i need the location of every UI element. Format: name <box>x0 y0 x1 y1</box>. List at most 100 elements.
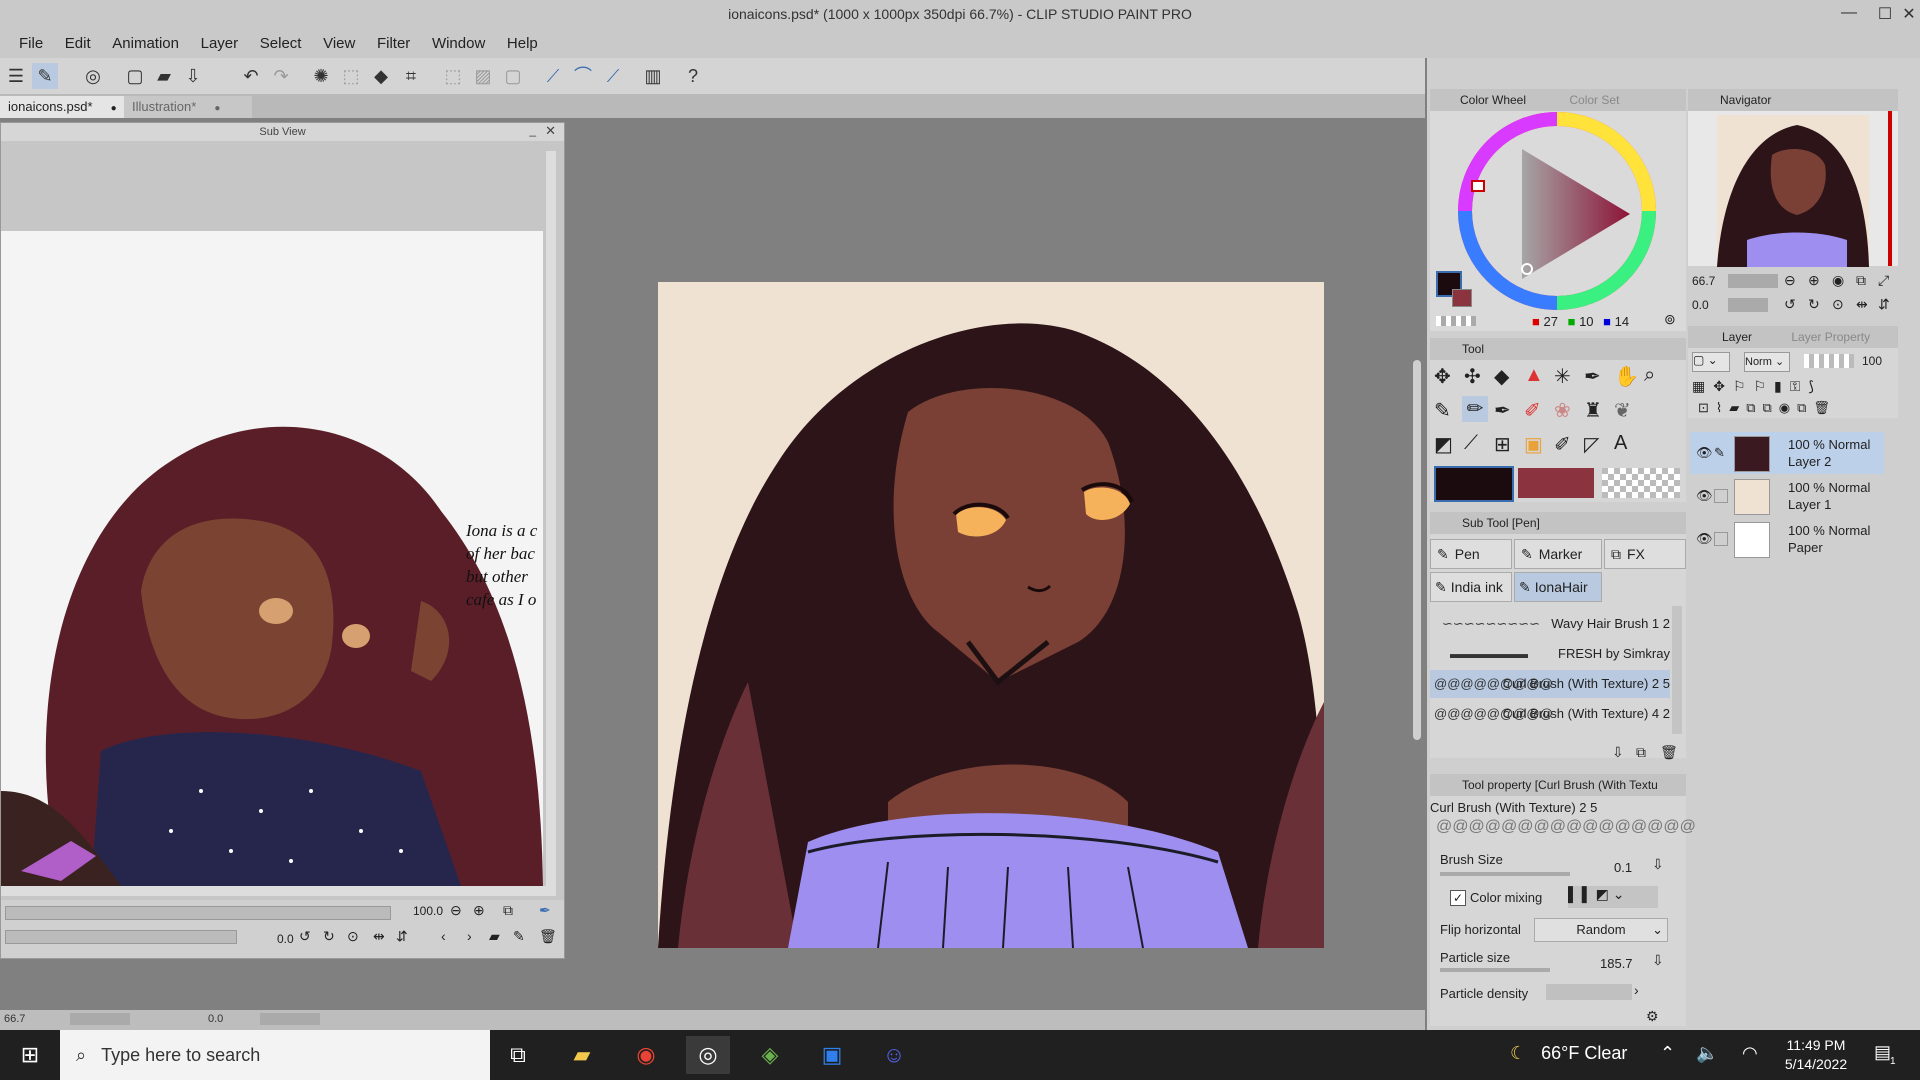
fill-icon[interactable]: ◆ <box>368 63 394 89</box>
weather-widget[interactable]: ☾ 66°F Clear <box>1510 1043 1627 1064</box>
liquify-tool-icon[interactable]: ❦ <box>1614 398 1631 423</box>
layer-row-paper[interactable]: 👁 100 % Normal Paper <box>1690 518 1884 560</box>
pen-tool-icon[interactable]: ✎ <box>1434 398 1451 423</box>
minecraft-icon[interactable]: ◈ <box>748 1036 792 1074</box>
maximize-button[interactable]: ☐ <box>1874 4 1896 26</box>
frame-tool-icon[interactable]: ⊞ <box>1494 432 1511 457</box>
redo-icon[interactable]: ↷ <box>268 63 294 89</box>
layer-action-icons[interactable]: ⊡⌇▰⧉⧉◉⧉🗑 <box>1698 400 1837 416</box>
next-icon[interactable]: › <box>467 928 472 944</box>
status-rotate-slider[interactable] <box>260 1013 320 1025</box>
brush-item[interactable]: ∽∽∽∽∽∽∽∽∽ Wavy Hair Brush 1 2 <box>1430 610 1670 638</box>
trash-icon[interactable]: 🗑 <box>1660 744 1678 761</box>
save-icon[interactable]: ⇩ <box>180 63 206 89</box>
minimize-icon[interactable]: _ <box>529 123 536 137</box>
tab-layer[interactable]: Layer <box>1722 330 1752 344</box>
zoom-out-icon[interactable]: ⊖ <box>450 902 462 919</box>
magnifier-icon[interactable]: ⌕ <box>1644 364 1655 387</box>
navigator-zoom-slider[interactable] <box>1728 274 1778 288</box>
clear-selection-icon[interactable]: ⬚ <box>338 63 364 89</box>
brush-tool-icon[interactable]: ✒ <box>1494 398 1511 423</box>
flip-horizontal-select[interactable]: Random ⌄ <box>1534 918 1668 942</box>
menu-filter[interactable]: Filter <box>368 30 419 52</box>
fit-navigator-icon[interactable]: ⤢ <box>1878 272 1889 289</box>
menu-file[interactable]: File <box>10 30 52 52</box>
close-button[interactable]: ✕ <box>1898 4 1920 26</box>
layer-checkbox[interactable] <box>1714 489 1728 503</box>
tray-chevron-icon[interactable]: ⌃ <box>1660 1043 1675 1064</box>
edit-icon[interactable]: ✎ <box>513 928 525 945</box>
eraser-tool-icon[interactable]: ✐ <box>1524 398 1541 423</box>
subtool-group-fx[interactable]: ⧉ FX <box>1604 539 1686 569</box>
brush-item[interactable]: @@@@@@@@@ Curl Brush (With Texture) 4 2 <box>1430 700 1670 728</box>
subtool-group-ionahair[interactable]: ✎ IonaHair <box>1514 572 1602 602</box>
sub-color-chip[interactable] <box>1518 468 1594 498</box>
particle-density-slider[interactable] <box>1546 984 1632 1000</box>
chevron-right-icon[interactable]: › <box>1634 982 1639 998</box>
canvas-vscroll[interactable] <box>1413 360 1421 740</box>
snap-curve-icon[interactable]: ⌒ <box>570 63 596 89</box>
move-tool-icon[interactable]: ✣ <box>1464 364 1481 389</box>
menu-layer[interactable]: Layer <box>192 30 248 52</box>
color-mixing-modes[interactable]: ▌ ▌ ◩ ⌄ <box>1568 886 1658 908</box>
app-window-icon[interactable]: ▣ <box>810 1036 854 1074</box>
clock[interactable]: 11:49 PM 5/14/2022 <box>1776 1036 1856 1074</box>
brush-size-value[interactable]: 0.1 <box>1614 860 1632 875</box>
file-explorer-icon[interactable]: ▰ <box>560 1036 604 1074</box>
fit-view-icon[interactable]: ⧉ <box>503 902 513 919</box>
navigator-preview[interactable] <box>1717 115 1869 267</box>
navigator-rotate-slider[interactable] <box>1728 298 1768 312</box>
layer-row-layer1[interactable]: 👁 100 % Normal Layer 1 <box>1690 475 1884 517</box>
windows-start-icon[interactable]: ⊞ <box>8 1036 52 1074</box>
flip-horizontal-icon[interactable]: ⇹ <box>373 928 385 945</box>
stabilization-icon[interactable]: ⟋ <box>540 63 566 89</box>
text-tool-icon[interactable]: A <box>1614 432 1627 455</box>
eyedropper-icon[interactable]: ✒ <box>539 902 551 919</box>
menu-edit[interactable]: Edit <box>56 30 100 52</box>
clip-studio-icon[interactable]: ◎ <box>80 63 106 89</box>
loading-icon[interactable]: ✺ <box>308 63 334 89</box>
sub-view-hscroll[interactable] <box>1 886 546 896</box>
folder-icon[interactable]: ▰ <box>489 928 500 945</box>
correct-line-icon[interactable]: ◸ <box>1584 432 1599 457</box>
color-mixing-checkbox[interactable]: ✓ <box>1450 890 1466 906</box>
zoom-tool-icon[interactable]: ✥ <box>1434 364 1451 389</box>
layer-checkbox[interactable] <box>1714 532 1728 546</box>
fill-tool-icon[interactable]: ◆ <box>1494 364 1509 389</box>
particle-size-slider[interactable] <box>1440 968 1550 972</box>
settings-icon[interactable]: ⚙ <box>1646 1008 1659 1025</box>
eye-icon[interactable]: 👁 <box>1696 444 1713 461</box>
open-file-icon[interactable]: ▰ <box>151 63 177 89</box>
taskbar-search[interactable]: ⌕ Type here to search <box>60 1030 490 1080</box>
show-selection-icon[interactable]: ▢ <box>500 63 526 89</box>
transform-icon[interactable]: ⌗ <box>398 63 424 89</box>
discord-icon[interactable]: ☺ <box>872 1036 916 1074</box>
gradient-tool-icon[interactable]: ◩ <box>1434 432 1453 457</box>
quick-access-icon[interactable]: ✎ <box>32 63 58 89</box>
magic-wand-icon[interactable]: ✳ <box>1554 364 1571 389</box>
decoration-tool-icon[interactable]: ❀ <box>1554 398 1571 423</box>
pencil-tool-icon[interactable]: ✏ <box>1462 396 1488 422</box>
close-icon[interactable]: ● <box>111 103 117 114</box>
sub-view-image[interactable]: Iona is a c of her bac but other cafe as… <box>1 231 543 886</box>
new-file-icon[interactable]: ▢ <box>122 63 148 89</box>
hand-tool-icon[interactable]: ✋ <box>1614 364 1639 389</box>
particle-size-menu-icon[interactable]: ⇩ <box>1652 952 1664 969</box>
brush-list-scrollbar[interactable] <box>1672 606 1682 734</box>
menu-animation[interactable]: Animation <box>103 30 188 52</box>
hamburger-menu-icon[interactable]: ☰ <box>3 63 29 89</box>
menu-window[interactable]: Window <box>423 30 494 52</box>
operation-tool-icon[interactable]: ✐ <box>1554 432 1571 457</box>
invert-selection-icon[interactable]: ▨ <box>470 63 496 89</box>
subtool-group-pen[interactable]: ✎ Pen <box>1430 539 1512 569</box>
blend-tool-icon[interactable]: ♜ <box>1584 398 1602 423</box>
zoom-out-icon[interactable]: ⊖ <box>1784 272 1796 289</box>
ruler-icon[interactable]: ▥ <box>640 63 666 89</box>
minimize-button[interactable]: — <box>1838 4 1860 26</box>
transparent-color-chip[interactable] <box>1602 468 1680 498</box>
auto-select-icon[interactable]: ▲ <box>1524 364 1544 387</box>
brush-item[interactable]: ▬▬▬▬▬▬ FRESH by Simkray <box>1430 640 1670 668</box>
menu-view[interactable]: View <box>314 30 364 52</box>
drawing-canvas[interactable] <box>658 282 1324 948</box>
subtool-group-india-ink[interactable]: ✎ India ink <box>1430 572 1512 602</box>
